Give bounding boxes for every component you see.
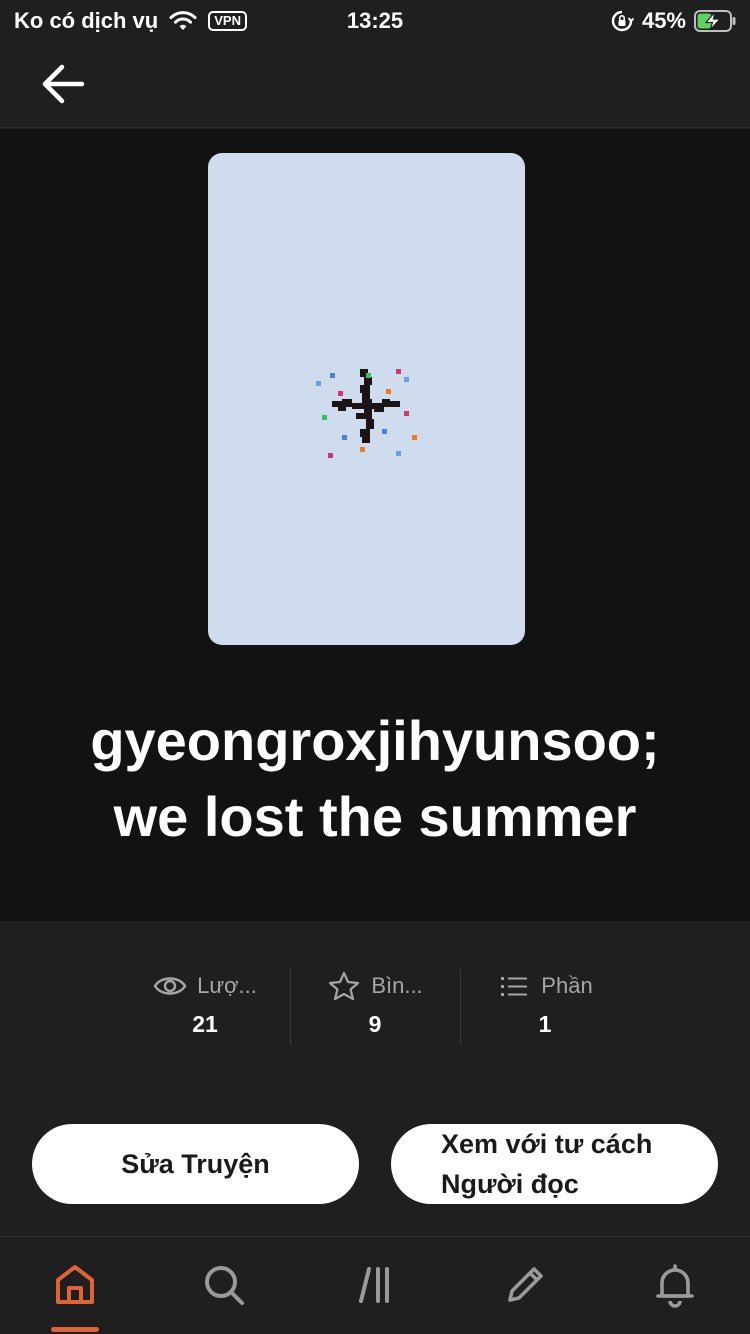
tab-notifications[interactable] xyxy=(645,1257,705,1313)
write-icon xyxy=(508,1267,543,1302)
stat-reads: Lượ... 21 xyxy=(120,969,290,1045)
list-icon xyxy=(501,977,528,996)
stat-reads-value: 21 xyxy=(192,1011,218,1037)
nav-header xyxy=(0,40,750,128)
search-icon xyxy=(205,1266,244,1305)
story-hero: gyeongroxjihyunsoo; we lost the summer xyxy=(0,129,750,921)
status-right: 45% xyxy=(610,6,736,36)
edit-story-button[interactable]: Sửa Truyện xyxy=(32,1124,359,1204)
story-cover[interactable] xyxy=(208,153,525,645)
story-title-line2: we lost the summer xyxy=(113,785,637,848)
tab-library[interactable] xyxy=(346,1257,406,1313)
library-icon xyxy=(359,1267,389,1303)
back-button[interactable] xyxy=(34,58,92,110)
view-as-reader-button[interactable]: Xem với tư cách Người đọc xyxy=(391,1124,718,1204)
eye-icon xyxy=(153,977,187,995)
stat-votes-label: Bìn... xyxy=(371,973,423,998)
tab-write[interactable] xyxy=(495,1257,555,1313)
cover-art-icon xyxy=(316,369,417,458)
home-icon xyxy=(56,1265,94,1304)
view-as-reader-line2: Người đọc xyxy=(441,1169,579,1199)
story-title: gyeongroxjihyunsoo; we lost the summer xyxy=(30,703,720,855)
stat-votes-value: 9 xyxy=(368,1011,382,1037)
stat-parts-label: Phần xyxy=(541,973,593,998)
stat-parts-value: 1 xyxy=(538,1011,552,1037)
edit-story-label: Sửa Truyện xyxy=(121,1148,270,1179)
battery-charging-icon xyxy=(694,10,736,32)
view-as-reader-line1: Xem với tư cách xyxy=(441,1129,653,1159)
star-icon xyxy=(329,971,360,1001)
status-bar: Ko có dịch vụ VPN 13:25 45% xyxy=(0,0,750,40)
bottom-tab-bar xyxy=(0,1236,750,1334)
lock-rotation-icon xyxy=(611,10,634,32)
story-title-line1: gyeongroxjihyunsoo; xyxy=(90,709,660,772)
stat-votes: Bìn... 9 xyxy=(290,969,460,1045)
arrow-left-icon xyxy=(42,64,85,104)
bell-icon xyxy=(656,1264,694,1308)
tab-search[interactable] xyxy=(194,1257,254,1313)
stat-parts: Phần 1 xyxy=(460,969,630,1045)
story-stats: Lượ... 21 Bìn... 9 Phần 1 xyxy=(0,921,750,1111)
tab-home[interactable] xyxy=(45,1257,105,1313)
battery-percent: 45% xyxy=(641,8,686,33)
stat-reads-label: Lượ... xyxy=(197,973,257,998)
active-tab-indicator xyxy=(51,1327,99,1332)
